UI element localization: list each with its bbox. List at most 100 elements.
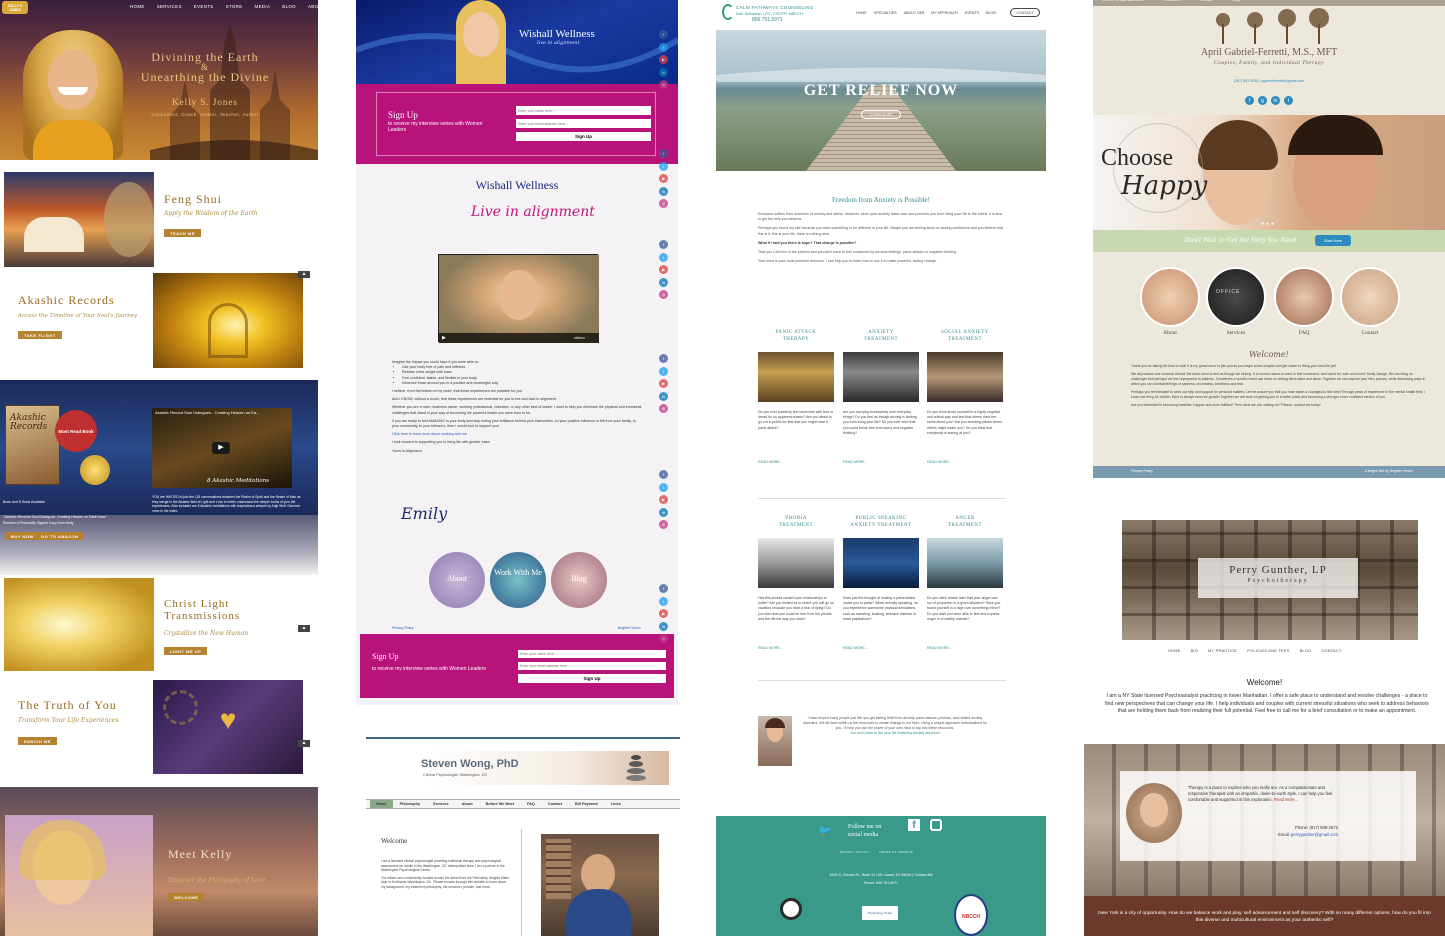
linkedin-icon[interactable]: in (1271, 96, 1280, 105)
take-flight-button[interactable]: TAKE FLIGHT (18, 331, 62, 339)
circle-about[interactable]: About (429, 552, 485, 608)
facebook-icon[interactable]: f (659, 470, 668, 479)
linkedin-icon[interactable]: in (659, 391, 668, 401)
work-with-me-link[interactable]: Click here to learn more about working w… (392, 432, 642, 437)
steven-nav-item[interactable]: Home (370, 800, 393, 808)
card-image[interactable] (758, 538, 834, 588)
card-image[interactable] (758, 352, 834, 402)
youtube-icon[interactable]: ▶ (659, 379, 668, 388)
card-title-line2[interactable]: TREATMENT (919, 523, 1011, 528)
privacy-policy-link[interactable]: Privacy Policy (392, 626, 414, 630)
steven-nav-item[interactable]: Links (605, 800, 627, 808)
steven-nav-item[interactable]: About (456, 800, 479, 808)
linkedin-icon[interactable]: in (659, 67, 668, 77)
name-input-top[interactable] (516, 106, 651, 115)
linkedin-icon[interactable]: in (659, 507, 668, 517)
facebook-icon[interactable]: f (659, 149, 668, 158)
instagram-icon[interactable]: ◎ (659, 199, 668, 208)
card-image[interactable] (843, 352, 919, 402)
facebook-icon[interactable]: f (908, 819, 920, 831)
card-title-line2[interactable]: TREATMENT (835, 337, 927, 342)
linkedin-icon[interactable]: in (659, 621, 668, 631)
learn-more-button[interactable]: LEARN MORE (861, 110, 901, 119)
calm-footer-link[interactable]: TERMS OF SERVICE (879, 850, 913, 854)
signup-button-top[interactable]: Sign Up (516, 132, 651, 141)
april-brighter-link[interactable]: A Bright Site by Brighter Vision (1365, 469, 1413, 473)
circle-blog[interactable]: Blog (551, 552, 607, 608)
facebook-icon[interactable]: f (659, 584, 668, 593)
instagram-icon[interactable] (930, 819, 942, 831)
twitter-icon[interactable]: t (659, 482, 668, 492)
calm-nav-item[interactable]: MY APPROACH (931, 11, 957, 15)
instagram-icon[interactable]: ◎ (659, 520, 668, 529)
perry-email-link[interactable]: perrygunther@gmail.com (1291, 832, 1338, 837)
calm-nav-item[interactable]: HOME (856, 11, 867, 15)
youtube-icon[interactable]: ▶ (659, 609, 668, 618)
instagram-icon[interactable]: ◎ (659, 404, 668, 413)
twitter-icon[interactable]: t (659, 42, 668, 52)
april-circle[interactable]: OFFICE (1206, 267, 1266, 327)
steven-nav-item[interactable]: Services (427, 800, 455, 808)
facebook-icon[interactable]: f (659, 240, 668, 249)
twitter-icon[interactable]: t (659, 252, 668, 262)
steven-nav-item[interactable]: Bill Payment (569, 800, 604, 808)
youtube-icon[interactable]: ▶ (659, 265, 668, 274)
april-circle-label[interactable]: Contact (1330, 330, 1410, 336)
kelly-nav-item[interactable]: EVENTS (194, 4, 214, 9)
read-more-link[interactable]: READ MORE... (843, 460, 868, 464)
youtube-icon[interactable]: ▶ (659, 55, 668, 64)
april-nav-item[interactable]: Blog (1233, 0, 1240, 2)
wishall-logo[interactable]: Wishall Wellness (519, 28, 595, 40)
youtube-icon[interactable]: ▶ (659, 174, 668, 183)
april-circle[interactable] (1340, 267, 1400, 327)
perry-nav-item[interactable]: HOME (1168, 649, 1181, 653)
april-privacy-link[interactable]: Privacy Policy (1131, 469, 1153, 473)
card-title-line2[interactable]: ANXIETY TREATMENT (835, 523, 927, 528)
twitter-icon[interactable]: t (1284, 96, 1293, 105)
brighter-vision-link[interactable]: Brighter Vision (618, 626, 641, 630)
facebook-icon[interactable]: f (659, 354, 668, 363)
card-title-line1[interactable]: PANIC ATTACK (750, 330, 842, 335)
read-more-link[interactable]: READ MORE... (927, 646, 952, 650)
kelly-nav-item[interactable]: STORE (226, 4, 243, 9)
read-more-link[interactable]: READ MORE... (758, 460, 783, 464)
read-more-link[interactable]: READ MORE... (843, 646, 868, 650)
enrich-me-button[interactable]: ENRICH ME (18, 737, 57, 745)
video-player[interactable]: Akashic Record Soul Dialogues - Creating… (152, 408, 292, 488)
perry-nav-item[interactable]: BLOG (1300, 649, 1312, 653)
april-nav-item[interactable]: Contact (1201, 0, 1213, 2)
calm-footer-link[interactable]: PRIVACY POLICY (840, 850, 869, 854)
card-title-line1[interactable]: SOCIAL ANXIETY (919, 330, 1011, 335)
start-here-button[interactable]: Start Here (1315, 235, 1351, 246)
april-nav-item[interactable]: Events, Groups and More! (1103, 0, 1144, 2)
instagram-icon[interactable]: ◎ (659, 80, 668, 89)
linkedin-icon[interactable]: in (659, 277, 668, 287)
calm-nav-item[interactable]: ABOUT DEB (904, 11, 925, 15)
card-image[interactable] (927, 352, 1003, 402)
name-input-bottom[interactable] (518, 650, 666, 658)
perry-nav-item[interactable]: POLICIES AND FEES (1247, 649, 1289, 653)
perry-nav-item[interactable]: BIO (1191, 649, 1198, 653)
april-nav-item[interactable]: Resources (1164, 0, 1181, 2)
card-title-line1[interactable]: PHOBIA (750, 516, 842, 521)
card-title-line2[interactable]: TREATMENT (750, 523, 842, 528)
card-title-line1[interactable]: ANGER (919, 516, 1011, 521)
email-input-top[interactable] (516, 119, 651, 128)
kelly-nav-item[interactable]: MEDIA (255, 4, 271, 9)
scroll-top-icon[interactable]: ▲ (298, 271, 310, 278)
twitter-icon[interactable]: t (659, 161, 668, 171)
play-icon-2[interactable]: ▶ (442, 335, 446, 341)
steven-nav-item[interactable]: Contact (542, 800, 568, 808)
calm-nav-item[interactable]: BLOG (986, 11, 996, 15)
april-circle[interactable] (1274, 267, 1334, 327)
teach-me-button[interactable]: TEACH ME (164, 229, 201, 237)
amazon-button[interactable]: GO TO AMAZON (35, 532, 85, 540)
card-title-line2[interactable]: TREATMENT (919, 337, 1011, 342)
email-input-bottom[interactable] (518, 662, 666, 670)
kelly-logo[interactable]: KELLY S JONES (2, 1, 28, 14)
play-icon[interactable]: ▶ (212, 442, 230, 454)
instagram-icon[interactable]: ◎ (659, 634, 668, 643)
twitter-icon[interactable]: t (659, 366, 668, 376)
card-title-line1[interactable]: PUBLIC SPEAKING (835, 516, 927, 521)
contact-button[interactable]: CONTACT (1010, 8, 1040, 17)
